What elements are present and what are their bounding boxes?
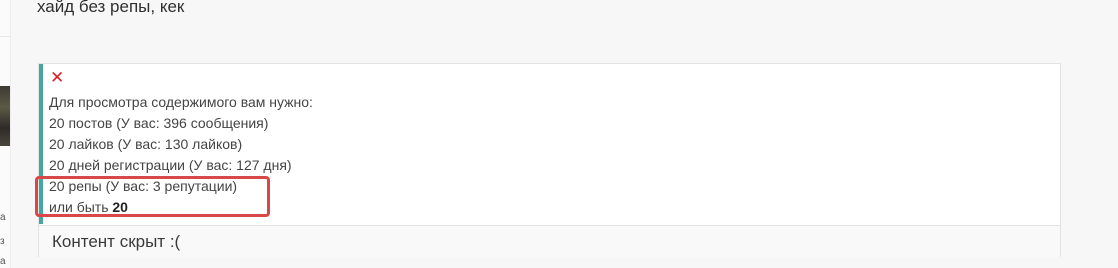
hidden-content-block: ✕ Для просмотра содержимого вам нужно: 2… [38,63,1061,257]
highlight-box [35,176,270,217]
post-text: хайд без репы, кек [37,0,185,16]
user-info-glyph: а [0,256,6,267]
requirement-posts: 20 постов (У вас: 396 сообщения) [49,115,269,131]
requirement-likes: 20 лайков (У вас: 130 лайков) [49,136,243,152]
user-column-sliver: а з а [0,0,11,268]
page: а з а хайд без репы, кек ✕ Для просмотра… [0,0,1118,268]
user-info-glyph: а [0,212,6,223]
hidden-content-message: Контент скрыт :( [52,232,181,251]
close-icon: ✕ [50,68,65,87]
avatar[interactable] [0,86,10,146]
requirement-days: 20 дней регистрации (У вас: 127 дня) [49,157,292,173]
post-body: хайд без репы, кек ✕ Для просмотра содер… [11,0,1118,268]
divider [0,36,10,37]
user-info-glyph: з [0,236,5,247]
requirements-intro: Для просмотра содержимого вам нужно: [49,94,313,110]
hidden-content-footer: Контент скрыт :( [39,225,1060,257]
